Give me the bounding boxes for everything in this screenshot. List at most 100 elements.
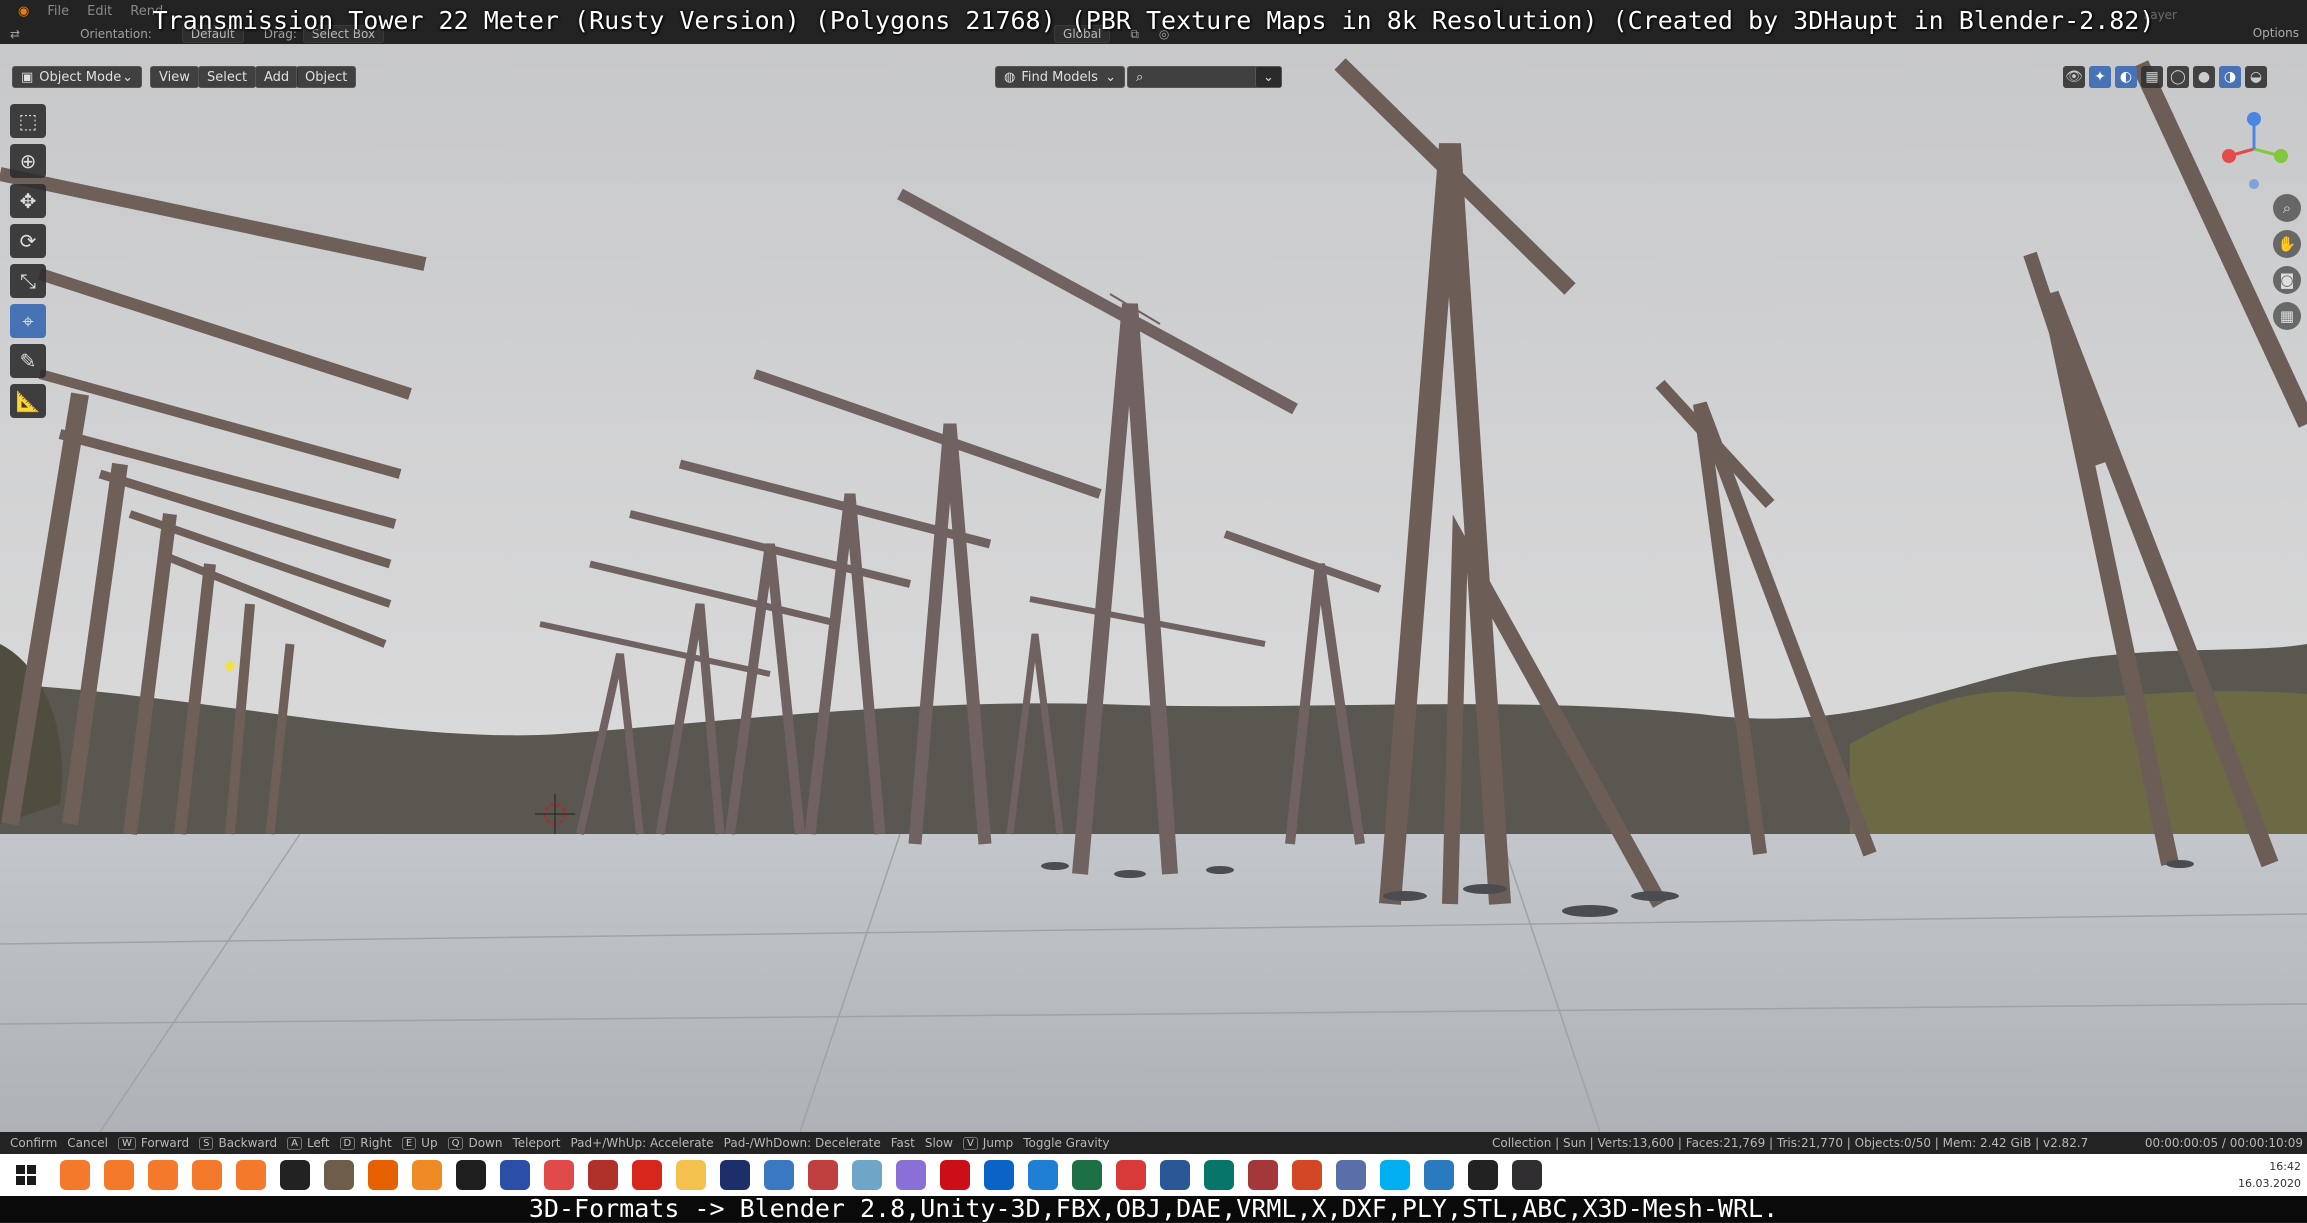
video-caption-overlay: 3D-Formats -> Blender 2.8,Unity-3D,FBX,O…: [0, 1196, 2307, 1222]
select-menu[interactable]: Select: [198, 66, 257, 88]
system-clock[interactable]: 16:42 16.03.2020: [2238, 1158, 2301, 1192]
start-button[interactable]: [0, 1154, 52, 1196]
chart-icon[interactable]: [764, 1160, 794, 1190]
gizmo-toggle-icon[interactable]: ✦: [2089, 66, 2111, 88]
shortcut-label: Up: [421, 1136, 438, 1150]
interaction-mode-select[interactable]: ▣ Object Mode ⌄: [12, 66, 142, 88]
folder-icon[interactable]: [676, 1160, 706, 1190]
status-shortcut: Pad+/WhUp: Accelerate: [570, 1136, 713, 1150]
blender-icon[interactable]: [60, 1160, 90, 1190]
network-icon[interactable]: [544, 1160, 574, 1190]
balloon-icon[interactable]: [896, 1160, 926, 1190]
edge-icon[interactable]: [1028, 1160, 1058, 1190]
tool-icon[interactable]: [1336, 1160, 1366, 1190]
rendered-shading-icon[interactable]: ◒: [2245, 66, 2267, 88]
scene-render: [0, 44, 2307, 1132]
status-shortcut: Confirm: [10, 1136, 57, 1150]
shortcut-label: Toggle Gravity: [1023, 1136, 1110, 1150]
status-shortcut: Toggle Gravity: [1023, 1136, 1109, 1150]
unity-icon[interactable]: [280, 1160, 310, 1190]
xray-icon[interactable]: ▦: [2141, 66, 2163, 88]
pan-hand-icon[interactable]: ✋: [2273, 230, 2301, 258]
gimp-icon[interactable]: [324, 1160, 354, 1190]
3d-viewport[interactable]: ▣ Object Mode ⌄ View Select Add Object ◍…: [0, 44, 2307, 1132]
scale-tool-icon[interactable]: ⤡: [10, 264, 46, 298]
zoom-icon[interactable]: ⌕: [2273, 194, 2301, 222]
status-shortcut: S Backward: [199, 1136, 277, 1150]
obs-icon[interactable]: [1512, 1160, 1542, 1190]
status-shortcut: A Left: [287, 1136, 330, 1150]
material-shading-icon[interactable]: ◑: [2219, 66, 2241, 88]
wireframe-shading-icon[interactable]: ◯: [2167, 66, 2189, 88]
grid-icon[interactable]: ▦: [2273, 302, 2301, 330]
unity-icon[interactable]: [1468, 1160, 1498, 1190]
status-shortcut: Q Down: [447, 1136, 503, 1150]
cube-icon[interactable]: [852, 1160, 882, 1190]
powerpoint-icon[interactable]: [1292, 1160, 1322, 1190]
terminal-icon[interactable]: [456, 1160, 486, 1190]
find-models-select[interactable]: ◍ Find Models ⌄: [995, 66, 1125, 88]
object-mode-icon: ▣: [21, 69, 34, 85]
add-menu[interactable]: Add: [255, 66, 299, 88]
view-menu[interactable]: View: [150, 66, 199, 88]
pdf-icon[interactable]: [1116, 1160, 1146, 1190]
select-box-tool-icon[interactable]: ⬚: [10, 104, 46, 138]
pen-icon[interactable]: [1424, 1160, 1454, 1190]
annotate-tool-icon[interactable]: ✎: [10, 344, 46, 378]
shortcut-label: Confirm: [10, 1136, 58, 1150]
opera-icon[interactable]: [940, 1160, 970, 1190]
measure-tool-icon[interactable]: 📐: [10, 384, 46, 418]
shortcut-label: Left: [306, 1136, 330, 1150]
overlay-toggle-icon[interactable]: ◐: [2115, 66, 2137, 88]
skype-icon[interactable]: [1380, 1160, 1410, 1190]
key-hint: V: [962, 1136, 978, 1150]
word-icon[interactable]: [1160, 1160, 1190, 1190]
shortcut-label: Jump: [982, 1136, 1014, 1150]
shortcut-label: Teleport: [512, 1136, 561, 1150]
scene-statistics: Collection | Sun | Verts:13,600 | Faces:…: [1492, 1136, 2089, 1150]
publisher-icon[interactable]: [1204, 1160, 1234, 1190]
light-gizmo: [225, 661, 235, 671]
windows-icon: [16, 1165, 36, 1185]
outlook-icon[interactable]: [984, 1160, 1014, 1190]
shortcut-label: Pad-/WhDown: Decelerate: [723, 1136, 881, 1150]
windows-taskbar: 16:42 16.03.2020: [0, 1154, 2307, 1196]
navigation-gizmo[interactable]: [2209, 104, 2299, 194]
access-icon[interactable]: [1248, 1160, 1278, 1190]
fire-icon[interactable]: [412, 1160, 442, 1190]
status-shortcut: D Right: [339, 1136, 392, 1150]
camera-icon[interactable]: ◙: [2273, 266, 2301, 294]
clock-time: 16:42: [2269, 1160, 2301, 1173]
viewport-shading-controls: 👁 ✦ ◐ ▦ ◯ ● ◑ ◒: [2063, 66, 2267, 88]
move-tool-icon[interactable]: ✥: [10, 184, 46, 218]
firefox-icon[interactable]: [368, 1160, 398, 1190]
tool-shelf: ⬚ ⊕ ✥ ⟳ ⤡ ⌖ ✎ 📐: [10, 104, 48, 424]
object-menu[interactable]: Object: [296, 66, 357, 88]
cursor-tool-icon[interactable]: ⊕: [10, 144, 46, 178]
shortcut-label: Pad+/WhUp: Accelerate: [570, 1136, 714, 1150]
search-dropdown-button[interactable]: ⌄: [1255, 66, 1282, 88]
status-shortcut: Pad-/WhDown: Decelerate: [724, 1136, 881, 1150]
chevron-down-icon: ⌄: [122, 69, 133, 85]
blender-icon[interactable]: [192, 1160, 222, 1190]
puzzle-icon[interactable]: [588, 1160, 618, 1190]
shortcut-label: Forward: [140, 1136, 190, 1150]
save-icon[interactable]: [500, 1160, 530, 1190]
rotate-tool-icon[interactable]: ⟳: [10, 224, 46, 258]
shortcut-label: Down: [468, 1136, 503, 1150]
visibility-icon[interactable]: 👁: [2063, 66, 2085, 88]
rocket-icon[interactable]: [808, 1160, 838, 1190]
acrobat-icon[interactable]: [632, 1160, 662, 1190]
solid-shading-icon[interactable]: ●: [2193, 66, 2215, 88]
status-shortcut: Teleport: [512, 1136, 560, 1150]
blender-icon[interactable]: [148, 1160, 178, 1190]
transform-tool-icon[interactable]: ⌖: [10, 304, 46, 338]
x-icon[interactable]: [720, 1160, 750, 1190]
status-shortcut: E Up: [401, 1136, 438, 1150]
blender-icon[interactable]: [236, 1160, 266, 1190]
key-hint: W: [117, 1136, 136, 1150]
blender-icon[interactable]: [104, 1160, 134, 1190]
status-shortcut: Cancel: [67, 1136, 108, 1150]
excel-icon[interactable]: [1072, 1160, 1102, 1190]
timecode: 00:00:00:05 / 00:00:10:09: [2144, 1136, 2303, 1150]
